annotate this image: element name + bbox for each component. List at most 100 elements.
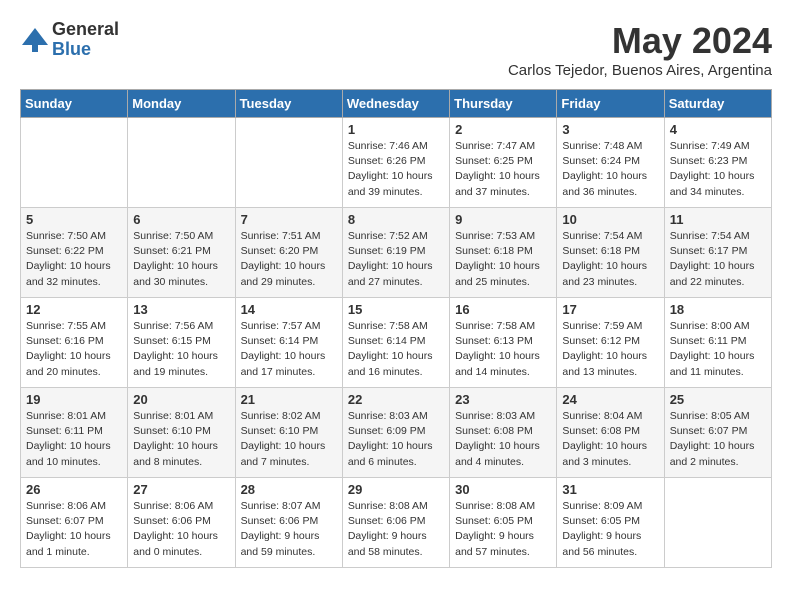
day-header-thursday: Thursday	[450, 90, 557, 118]
day-info: Sunrise: 7:53 AM Sunset: 6:18 PM Dayligh…	[455, 229, 551, 290]
calendar-day: 11Sunrise: 7:54 AM Sunset: 6:17 PM Dayli…	[664, 208, 771, 298]
calendar-day: 21 Sunrise: 8:02 AM Sunset: 6:10 PM Dayli…	[235, 388, 342, 478]
day-number: 8	[348, 212, 444, 227]
day-info: Sunrise: 7:50 AM Sunset: 6:21 PM Dayligh…	[133, 229, 229, 290]
day-number: 3	[562, 122, 658, 137]
calendar-day: 1 Sunrise: 7:46 AM Sunset: 6:26 PM Daylig…	[342, 118, 449, 208]
day-info: Sunrise: 8:04 AM Sunset: 6:08 PM Dayligh…	[562, 409, 658, 470]
calendar-day: 22 Sunrise: 8:03 AM Sunset: 6:09 PM Dayli…	[342, 388, 449, 478]
day-number: 12	[26, 302, 122, 317]
calendar-day: 18 Sunrise: 8:00 AM Sunset: 6:11 PM Dayli…	[664, 298, 771, 388]
day-info: Sunrise: 7:48 AM Sunset: 6:24 PM Dayligh…	[562, 139, 658, 200]
day-number: 23	[455, 392, 551, 407]
calendar-day: 13 Sunrise: 7:56 AM Sunset: 6:15 PM Dayli…	[128, 298, 235, 388]
calendar-day: 16 Sunrise: 7:58 AM Sunset: 6:13 PM Dayli…	[450, 298, 557, 388]
day-number: 17	[562, 302, 658, 317]
calendar-table: SundayMondayTuesdayWednesdayThursdayFrid…	[20, 89, 772, 568]
day-number: 6	[133, 212, 229, 227]
calendar-day: 28 Sunrise: 8:07 AM Sunset: 6:06 PM Dayli…	[235, 478, 342, 568]
day-info: Sunrise: 8:01 AM Sunset: 6:10 PM Dayligh…	[133, 409, 229, 470]
calendar-day: 23 Sunrise: 8:03 AM Sunset: 6:08 PM Dayli…	[450, 388, 557, 478]
day-number: 15	[348, 302, 444, 317]
day-header-friday: Friday	[557, 90, 664, 118]
day-info: Sunrise: 7:54 AM Sunset: 6:18 PM Dayligh…	[562, 229, 658, 290]
calendar-day: 31 Sunrise: 8:09 AM Sunset: 6:05 PM Dayli…	[557, 478, 664, 568]
day-info: Sunrise: 8:02 AM Sunset: 6:10 PM Dayligh…	[241, 409, 337, 470]
logo: General Blue	[20, 20, 119, 60]
calendar-week-1: 1 Sunrise: 7:46 AM Sunset: 6:26 PM Daylig…	[21, 118, 772, 208]
day-header-monday: Monday	[128, 90, 235, 118]
calendar-day: 27Sunrise: 8:06 AM Sunset: 6:06 PM Dayli…	[128, 478, 235, 568]
day-info: Sunrise: 7:58 AM Sunset: 6:14 PM Dayligh…	[348, 319, 444, 380]
day-number: 22	[348, 392, 444, 407]
page-header: General Blue May 2024 Carlos Tejedor, Bu…	[20, 20, 772, 79]
day-number: 5	[26, 212, 122, 227]
day-number: 28	[241, 482, 337, 497]
day-number: 4	[670, 122, 766, 137]
day-info: Sunrise: 8:01 AM Sunset: 6:11 PM Dayligh…	[26, 409, 122, 470]
title-block: May 2024 Carlos Tejedor, Buenos Aires, A…	[508, 20, 772, 79]
day-number: 30	[455, 482, 551, 497]
day-number: 20	[133, 392, 229, 407]
calendar-day: 12 Sunrise: 7:55 AM Sunset: 6:16 PM Dayli…	[21, 298, 128, 388]
calendar-day: 30 Sunrise: 8:08 AM Sunset: 6:05 PM Dayli…	[450, 478, 557, 568]
calendar-day: 19Sunrise: 8:01 AM Sunset: 6:11 PM Dayli…	[21, 388, 128, 478]
day-number: 1	[348, 122, 444, 137]
day-info: Sunrise: 8:08 AM Sunset: 6:05 PM Dayligh…	[455, 499, 551, 560]
calendar-day: 15 Sunrise: 7:58 AM Sunset: 6:14 PM Dayli…	[342, 298, 449, 388]
calendar-day: 8Sunrise: 7:52 AM Sunset: 6:19 PM Daylig…	[342, 208, 449, 298]
day-header-saturday: Saturday	[664, 90, 771, 118]
day-header-tuesday: Tuesday	[235, 90, 342, 118]
calendar-week-3: 12 Sunrise: 7:55 AM Sunset: 6:16 PM Dayli…	[21, 298, 772, 388]
day-number: 25	[670, 392, 766, 407]
day-info: Sunrise: 7:57 AM Sunset: 6:14 PM Dayligh…	[241, 319, 337, 380]
day-info: Sunrise: 8:03 AM Sunset: 6:09 PM Dayligh…	[348, 409, 444, 470]
calendar-day: 20 Sunrise: 8:01 AM Sunset: 6:10 PM Dayli…	[128, 388, 235, 478]
calendar-day: 25 Sunrise: 8:05 AM Sunset: 6:07 PM Dayli…	[664, 388, 771, 478]
day-info: Sunrise: 8:00 AM Sunset: 6:11 PM Dayligh…	[670, 319, 766, 380]
calendar-day: 5Sunrise: 7:50 AM Sunset: 6:22 PM Daylig…	[21, 208, 128, 298]
day-info: Sunrise: 7:55 AM Sunset: 6:16 PM Dayligh…	[26, 319, 122, 380]
day-number: 10	[562, 212, 658, 227]
day-number: 2	[455, 122, 551, 137]
calendar-day: 9Sunrise: 7:53 AM Sunset: 6:18 PM Daylig…	[450, 208, 557, 298]
day-info: Sunrise: 7:58 AM Sunset: 6:13 PM Dayligh…	[455, 319, 551, 380]
logo-general: General	[52, 20, 119, 40]
location-subtitle: Carlos Tejedor, Buenos Aires, Argentina	[508, 62, 772, 79]
day-number: 26	[26, 482, 122, 497]
calendar-week-5: 26 Sunrise: 8:06 AM Sunset: 6:07 PM Dayli…	[21, 478, 772, 568]
day-info: Sunrise: 8:08 AM Sunset: 6:06 PM Dayligh…	[348, 499, 444, 560]
calendar-day	[21, 118, 128, 208]
calendar-day	[235, 118, 342, 208]
calendar-day: 24Sunrise: 8:04 AM Sunset: 6:08 PM Dayli…	[557, 388, 664, 478]
calendar-week-2: 5Sunrise: 7:50 AM Sunset: 6:22 PM Daylig…	[21, 208, 772, 298]
day-number: 27	[133, 482, 229, 497]
day-number: 18	[670, 302, 766, 317]
day-info: Sunrise: 8:05 AM Sunset: 6:07 PM Dayligh…	[670, 409, 766, 470]
calendar-week-4: 19Sunrise: 8:01 AM Sunset: 6:11 PM Dayli…	[21, 388, 772, 478]
day-number: 13	[133, 302, 229, 317]
day-number: 14	[241, 302, 337, 317]
calendar-day: 7Sunrise: 7:51 AM Sunset: 6:20 PM Daylig…	[235, 208, 342, 298]
day-info: Sunrise: 8:03 AM Sunset: 6:08 PM Dayligh…	[455, 409, 551, 470]
day-info: Sunrise: 8:09 AM Sunset: 6:05 PM Dayligh…	[562, 499, 658, 560]
month-title: May 2024	[508, 20, 772, 62]
calendar-day: 3 Sunrise: 7:48 AM Sunset: 6:24 PM Daylig…	[557, 118, 664, 208]
day-info: Sunrise: 8:06 AM Sunset: 6:07 PM Dayligh…	[26, 499, 122, 560]
logo-blue: Blue	[52, 40, 119, 60]
day-number: 21	[241, 392, 337, 407]
day-number: 31	[562, 482, 658, 497]
calendar-day: 26 Sunrise: 8:06 AM Sunset: 6:07 PM Dayli…	[21, 478, 128, 568]
calendar-day	[664, 478, 771, 568]
calendar-day	[128, 118, 235, 208]
day-info: Sunrise: 7:47 AM Sunset: 6:25 PM Dayligh…	[455, 139, 551, 200]
calendar-day: 14 Sunrise: 7:57 AM Sunset: 6:14 PM Dayli…	[235, 298, 342, 388]
calendar-day: 29Sunrise: 8:08 AM Sunset: 6:06 PM Dayli…	[342, 478, 449, 568]
day-number: 16	[455, 302, 551, 317]
day-info: Sunrise: 7:56 AM Sunset: 6:15 PM Dayligh…	[133, 319, 229, 380]
day-info: Sunrise: 8:07 AM Sunset: 6:06 PM Dayligh…	[241, 499, 337, 560]
logo-icon	[20, 25, 50, 55]
day-info: Sunrise: 7:46 AM Sunset: 6:26 PM Dayligh…	[348, 139, 444, 200]
calendar-day: 2 Sunrise: 7:47 AM Sunset: 6:25 PM Daylig…	[450, 118, 557, 208]
day-number: 11	[670, 212, 766, 227]
